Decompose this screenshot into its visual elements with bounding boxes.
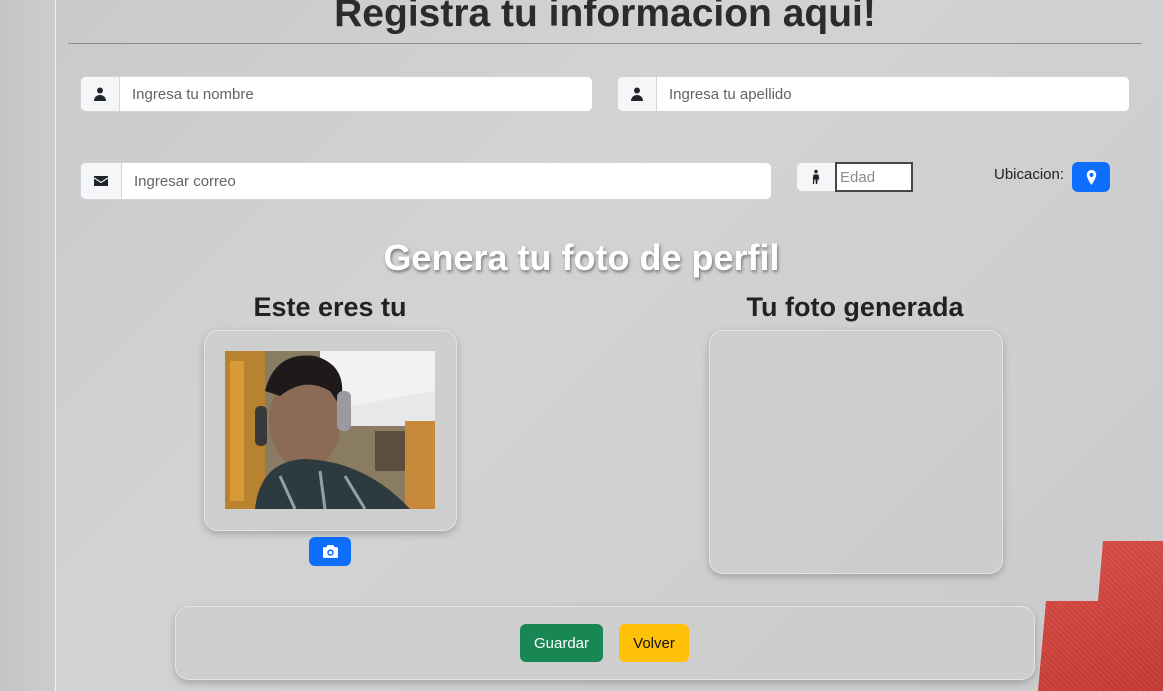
email-group <box>80 162 772 200</box>
back-button[interactable]: Volver <box>619 624 689 662</box>
webcam-title: Este eres tu <box>253 292 407 322</box>
left-panel <box>0 0 56 691</box>
actions-bar <box>175 606 1035 680</box>
capture-photo-button[interactable] <box>309 537 351 566</box>
person-icon <box>81 77 120 111</box>
page-title: Registra tu informacion aqui! <box>334 0 876 35</box>
camera-icon <box>322 543 339 560</box>
age-group <box>796 162 913 192</box>
location-label: Ubicacion: <box>994 166 1065 183</box>
profile-section-title: Genera tu foto de perfil <box>383 237 780 278</box>
geo-pin-icon <box>1084 169 1099 185</box>
generated-photo-title: Tu foto generada <box>746 292 964 322</box>
last-name-input[interactable] <box>657 77 1129 111</box>
last-name-group <box>617 76 1130 112</box>
person-standing-icon <box>796 162 835 192</box>
save-button[interactable]: Guardar <box>520 624 603 662</box>
age-input[interactable] <box>835 162 913 192</box>
decorative-red-paper <box>1038 541 1163 691</box>
webcam-feed <box>225 351 435 509</box>
first-name-group <box>80 76 593 112</box>
title-divider <box>68 43 1142 44</box>
person-icon <box>618 77 657 111</box>
email-input[interactable] <box>122 163 771 199</box>
location-button[interactable] <box>1072 162 1110 192</box>
generated-photo-card <box>709 330 1003 574</box>
first-name-input[interactable] <box>120 77 592 111</box>
envelope-icon <box>81 163 122 199</box>
